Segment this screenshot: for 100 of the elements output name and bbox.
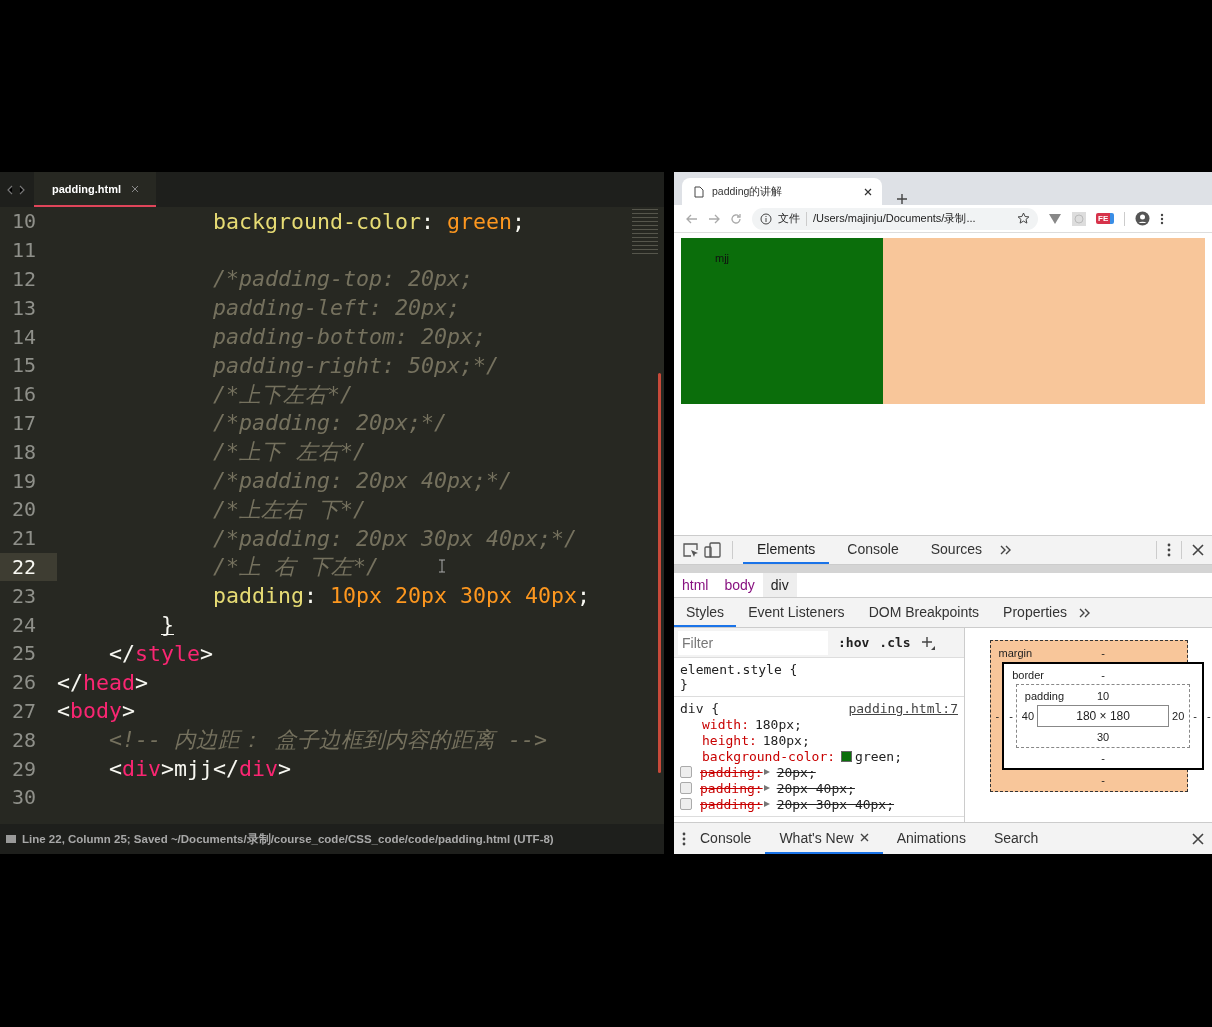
- code-token: </: [57, 669, 83, 695]
- code-token: /*上 右 下左*/: [212, 553, 379, 582]
- devtools-tab[interactable]: Console: [833, 536, 913, 564]
- breadcrumb[interactable]: div: [762, 573, 797, 597]
- drawer-tab[interactable]: Console: [686, 823, 766, 854]
- checkbox[interactable]: [680, 782, 692, 794]
- text-cursor-icon: [438, 558, 446, 573]
- page-icon: [694, 185, 704, 198]
- code-token: ;: [577, 583, 591, 609]
- code-token: /*上下 左右*/: [212, 438, 366, 467]
- device-icon[interactable]: [704, 542, 722, 558]
- code-token: ;: [512, 208, 526, 234]
- line-number: 10: [11, 208, 38, 236]
- box-value: -: [1101, 773, 1105, 786]
- line-number: 12: [11, 266, 38, 293]
- line-number: 22: [0, 552, 57, 582]
- box-value: 30: [1096, 730, 1110, 743]
- hov-toggle[interactable]: :hov: [838, 635, 870, 650]
- css-value: green;: [855, 748, 903, 764]
- status-text: Line 22, Column 25; Saved ~/Documents/录制/course_code/CSS_code/code/padding.html (UTF-8): [22, 831, 554, 847]
- css-value: 180px;: [762, 732, 810, 748]
- drawer-tab[interactable]: What's New: [765, 823, 883, 854]
- line-number: 15: [11, 352, 38, 380]
- code-token: div: [122, 756, 162, 782]
- border-label: border: [1012, 668, 1045, 681]
- line-number: 21: [11, 525, 38, 553]
- code-token: background-color: [212, 208, 421, 234]
- box-value: 20: [1171, 710, 1186, 722]
- code-token: >: [200, 640, 214, 666]
- code-token: div: [239, 756, 279, 782]
- close-icon[interactable]: [864, 187, 872, 196]
- chevron-double-icon[interactable]: [1078, 607, 1091, 618]
- star-icon[interactable]: [1017, 212, 1030, 225]
- box-value: -: [1192, 710, 1198, 722]
- code-token: >mjj</: [161, 756, 240, 782]
- code-token: /*padding: 20px 40px;*/: [212, 468, 513, 494]
- breadcrumb[interactable]: html: [674, 573, 717, 597]
- checkbox[interactable]: [680, 766, 692, 778]
- code-token: body: [70, 698, 123, 724]
- code-token: >: [135, 669, 149, 695]
- close-icon[interactable]: [859, 833, 869, 842]
- browser-tab[interactable]: padding的讲解: [682, 178, 882, 205]
- info-icon: [760, 212, 772, 225]
- plus-icon[interactable]: [896, 193, 908, 205]
- line-number: 13: [11, 294, 38, 322]
- css-property: height:: [702, 732, 757, 748]
- line-number: 28: [11, 726, 38, 754]
- color-swatch[interactable]: [841, 750, 853, 762]
- code-token: padding: [212, 583, 304, 609]
- close-icon[interactable]: [1192, 832, 1204, 845]
- inspect-icon[interactable]: [682, 542, 700, 558]
- source-link[interactable]: padding.html:7: [848, 701, 958, 716]
- more-icon[interactable]: [1167, 543, 1171, 557]
- css-property: width:: [702, 716, 749, 732]
- panel-tab[interactable]: DOM Breakpoints: [856, 598, 992, 627]
- scrollbar[interactable]: [658, 373, 661, 773]
- line-number: 30: [11, 784, 38, 812]
- box-value: -: [994, 710, 1001, 722]
- checkbox[interactable]: [680, 798, 692, 810]
- tab-title: padding的讲解: [712, 184, 783, 199]
- file-tab[interactable]: padding.html: [34, 172, 156, 207]
- code-token: head: [83, 669, 136, 695]
- box-value: 40: [1020, 710, 1036, 722]
- profile-icon[interactable]: [1135, 211, 1151, 226]
- address-bar[interactable]: 文件 /Users/majinju/Documents/录制...: [752, 207, 1038, 230]
- line-number: 26: [11, 669, 38, 697]
- content-size: 180 × 180: [1037, 705, 1170, 727]
- css-value: 20px 40px;: [776, 780, 855, 796]
- more-icon[interactable]: [682, 831, 686, 846]
- panel-tab[interactable]: Event Listeners: [736, 598, 857, 627]
- code-token: </: [108, 640, 135, 666]
- line-number: 16: [11, 381, 38, 409]
- css-value: 20px 30px 40px;: [776, 796, 895, 812]
- code-token: /*上下左右*/: [212, 380, 353, 409]
- drawer-tab[interactable]: Animations: [882, 823, 980, 854]
- cls-toggle[interactable]: .cls: [879, 635, 911, 650]
- css-property: padding:: [700, 796, 763, 812]
- code-token: <: [57, 698, 70, 724]
- line-number: 23: [11, 582, 38, 610]
- line-number: 20: [11, 496, 38, 524]
- css-selector: div {: [680, 701, 720, 716]
- v-extension-icon[interactable]: [1048, 212, 1062, 225]
- extension-badge[interactable]: FE: [1096, 213, 1115, 224]
- plus-icon[interactable]: [920, 635, 935, 650]
- panel-tab[interactable]: Properties: [991, 598, 1079, 627]
- breadcrumb[interactable]: body: [716, 573, 763, 597]
- close-icon[interactable]: [1192, 544, 1204, 556]
- menu-icon[interactable]: [1160, 212, 1165, 225]
- devtools-tab[interactable]: Sources: [916, 536, 997, 564]
- code-token: 10px 20px 30px 40px: [329, 583, 578, 609]
- css-value: 20px;: [776, 764, 816, 780]
- filter-field[interactable]: Filter: [678, 630, 828, 655]
- scheme-label: 文件: [778, 211, 800, 226]
- code-token: /*padding: 20px 30px 40px;*/: [212, 525, 578, 551]
- css-selector: element.style {: [680, 662, 799, 677]
- drawer-tab[interactable]: Search: [979, 823, 1053, 854]
- css-property: padding:: [700, 780, 763, 796]
- chevron-double-icon[interactable]: [1000, 545, 1013, 555]
- box-value: -: [1101, 751, 1105, 764]
- css-property: padding:: [700, 764, 763, 780]
